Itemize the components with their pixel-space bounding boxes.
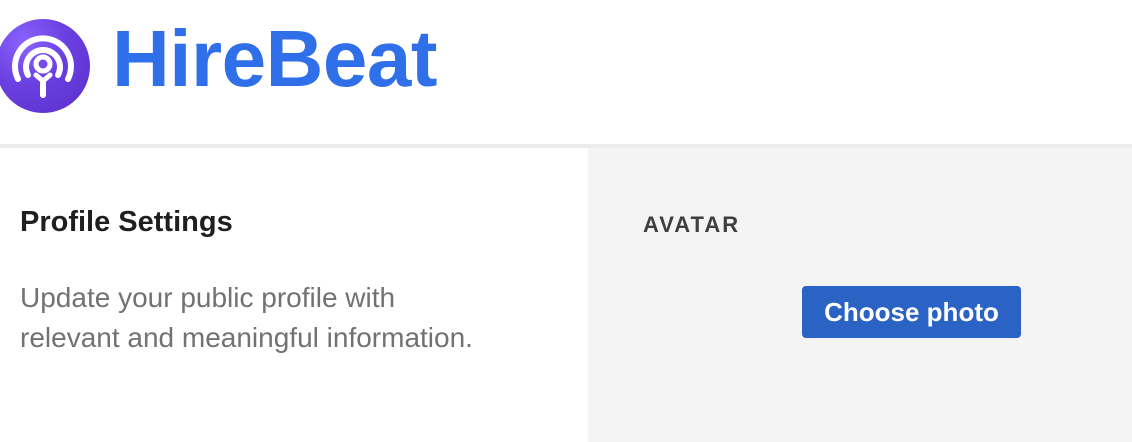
profile-info-panel: Profile Settings Update your public prof…	[0, 148, 588, 442]
avatar-label: AVATAR	[643, 212, 741, 237]
section-title: Profile Settings	[20, 206, 233, 238]
brand-name[interactable]: HireBeat	[112, 14, 438, 104]
avatar-panel: AVATAR Choose photo	[588, 148, 1132, 442]
hirebeat-logo-icon[interactable]	[0, 19, 90, 113]
choose-photo-button[interactable]: Choose photo	[802, 286, 1021, 338]
section-description: Update your public profile with relevant…	[20, 282, 473, 353]
app-header: HireBeat	[0, 0, 1132, 144]
